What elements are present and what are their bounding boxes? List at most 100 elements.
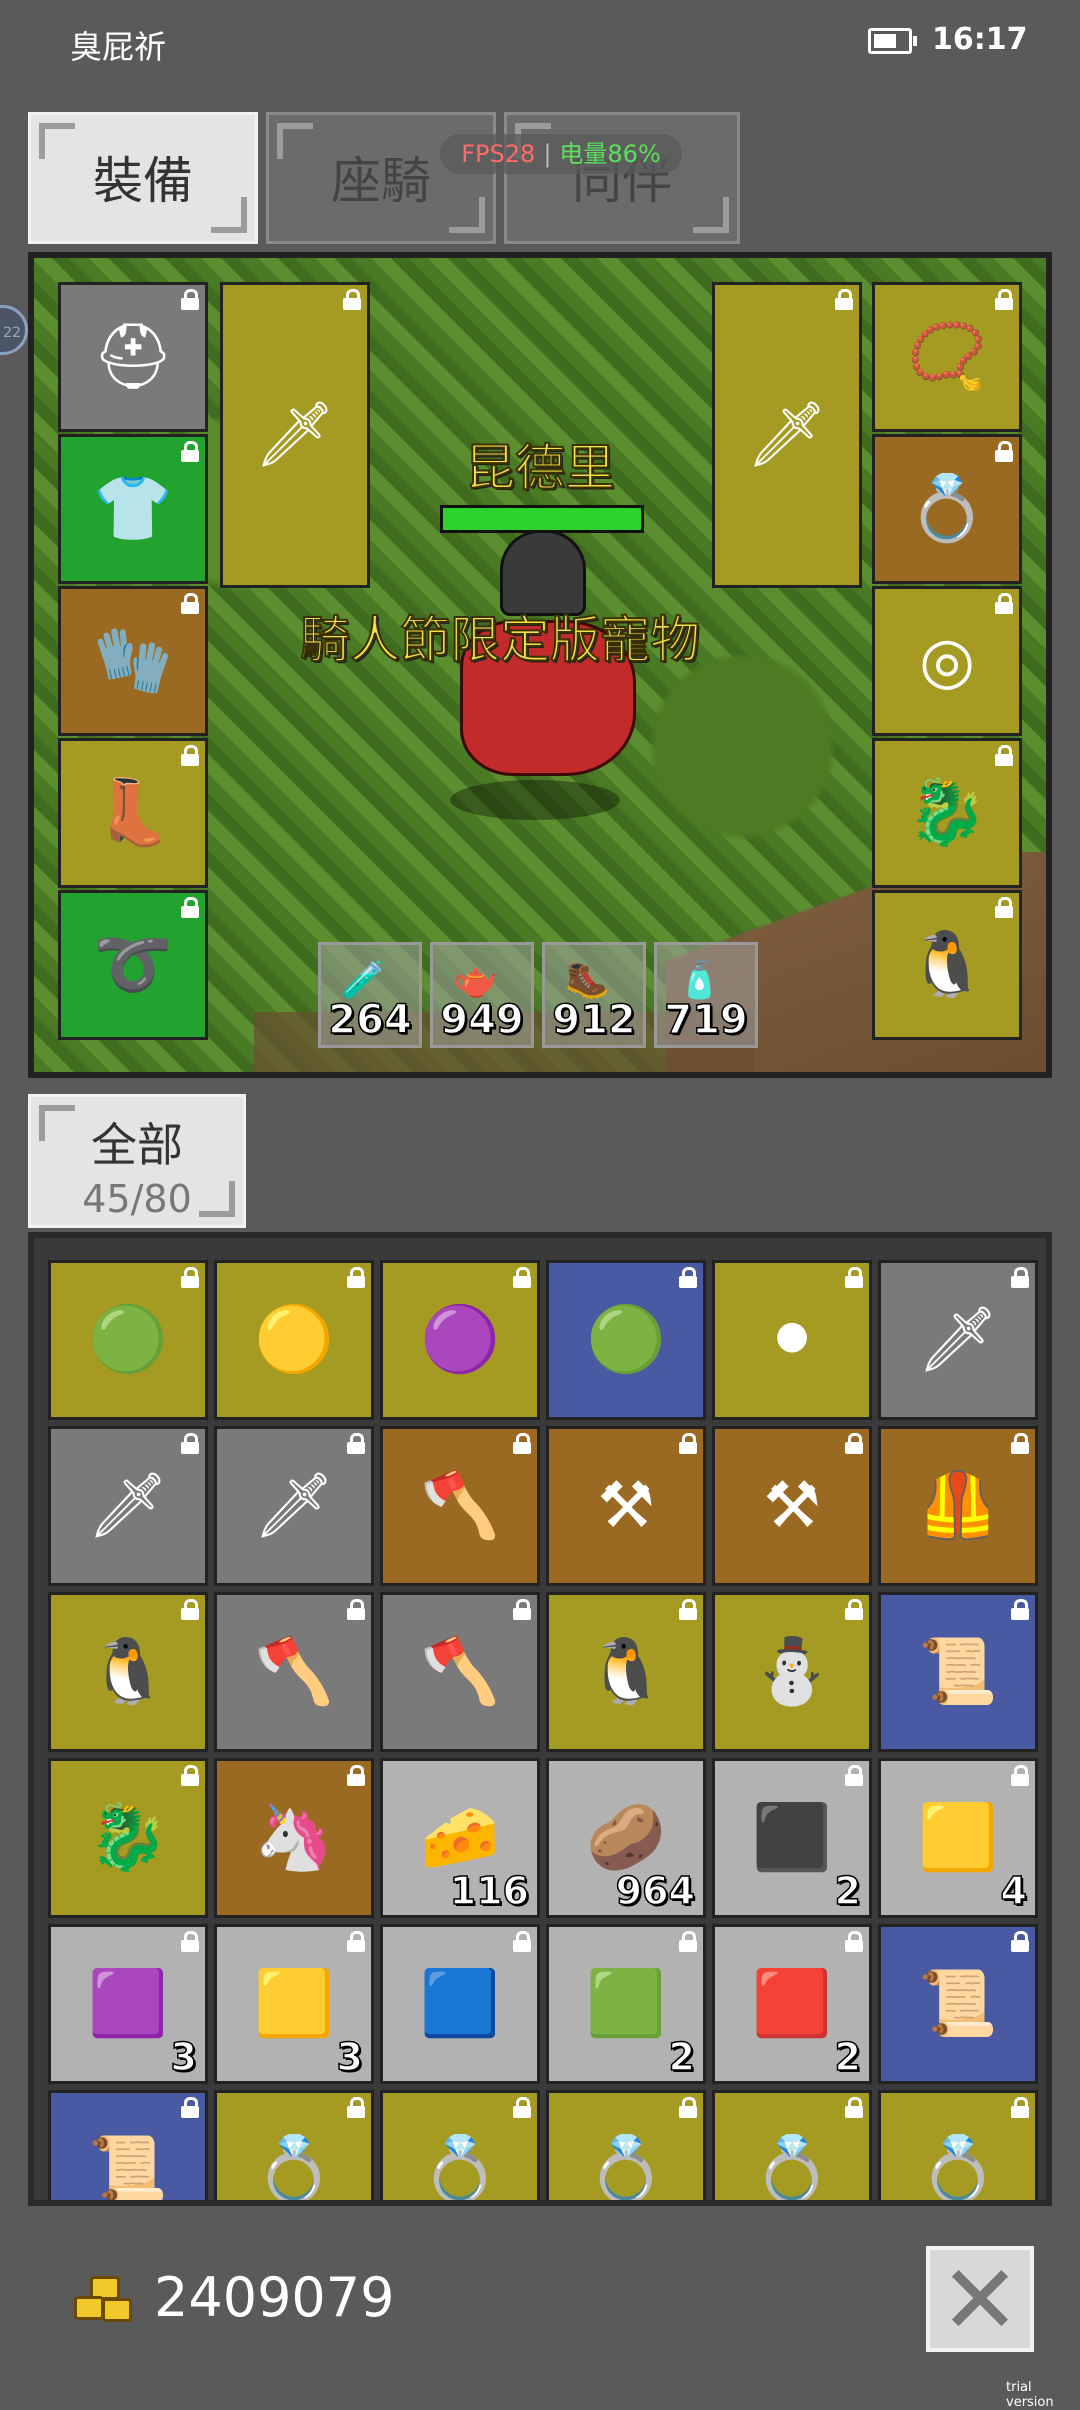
inventory-slot[interactable]: ⚒	[712, 1426, 872, 1586]
clock: 16:17	[932, 22, 1028, 57]
lock-icon	[181, 1267, 199, 1289]
lock-icon	[347, 1599, 365, 1621]
hp-bar-fill	[443, 508, 641, 530]
amulet-icon: 📿	[907, 320, 987, 394]
inventory-tab-all[interactable]: 全部 45/80	[28, 1094, 246, 1228]
inventory-slot[interactable]: 🪓	[214, 1592, 374, 1752]
inventory-slot[interactable]: 🪓	[380, 1592, 540, 1752]
item-icon: 💍	[918, 2133, 998, 2206]
battery-text: 电量86%	[559, 140, 661, 168]
inventory-slot[interactable]: 🟨 4	[878, 1758, 1038, 1918]
inventory-slot[interactable]: 📜	[48, 2090, 208, 2206]
inventory-slot[interactable]: 💍	[546, 2090, 706, 2206]
inventory-slot[interactable]: 🥔 964	[546, 1758, 706, 1918]
inventory-slot[interactable]: 💍	[712, 2090, 872, 2200]
gold-amount: 2409079	[154, 2266, 395, 2329]
battery-icon	[868, 28, 917, 54]
item-icon: 📜	[88, 2133, 168, 2206]
inventory-slot[interactable]: 🗡	[878, 1260, 1038, 1420]
potion-slot[interactable]: 🧴 719	[654, 942, 758, 1048]
inventory-slot[interactable]: 🦺	[878, 1426, 1038, 1586]
inventory-slot[interactable]: 🟣	[380, 1260, 540, 1420]
inventory-slot[interactable]: 💍	[380, 2090, 540, 2200]
helmet-icon: ⛑	[92, 320, 174, 394]
lock-icon	[181, 441, 199, 463]
inventory-slot[interactable]: 🧀 116	[380, 1758, 540, 1918]
lock-icon	[347, 1931, 365, 1953]
inventory-slot[interactable]: 🐉	[48, 1758, 208, 1918]
equip-slot-weapon-left[interactable]: 🗡	[220, 282, 370, 588]
item-icon: 🟦	[420, 1967, 500, 2041]
item-quantity: 2	[834, 1868, 862, 1914]
inventory-slot[interactable]: 🟪 3	[48, 1924, 208, 2084]
pet-card-icon: 🐧	[907, 928, 987, 1002]
inventory-slot[interactable]: 🟩 2	[546, 1924, 706, 2084]
item-icon: 🧀	[420, 1801, 500, 1875]
lock-icon	[845, 1931, 863, 1953]
inventory-slot[interactable]: 💍	[214, 2090, 374, 2200]
inventory-slot[interactable]: 💍	[878, 2090, 1038, 2206]
inventory-slot[interactable]: 🟦	[380, 1924, 540, 2084]
inventory-slot[interactable]: ⚫	[712, 1260, 872, 1420]
character-name: 昆德里	[464, 438, 616, 498]
item-icon: 🥔	[586, 1801, 666, 1875]
tab-mount[interactable]: 座騎	[266, 112, 496, 244]
item-icon: 🗡	[87, 1469, 169, 1543]
inventory-slot[interactable]: 🟡	[214, 1260, 374, 1420]
inventory-slot[interactable]: 🐧	[48, 1592, 208, 1752]
mount-card-icon: 🐉	[907, 776, 987, 850]
inventory-slot[interactable]: ⛄	[712, 1592, 872, 1752]
potion-icon: 🧪	[341, 960, 386, 1001]
equip-slot-mount-card[interactable]: 🐉	[872, 738, 1022, 888]
equip-slot-ring[interactable]: 💍	[872, 434, 1022, 584]
item-quantity: 4	[1000, 1868, 1028, 1914]
equip-slot-pet-card[interactable]: 🐧	[872, 890, 1022, 1040]
item-icon: 🗡	[917, 1303, 999, 1377]
watermark: trial version	[1006, 2380, 1054, 2410]
inventory-slot[interactable]: 🟨 3	[214, 1924, 374, 2084]
lock-icon	[679, 2097, 697, 2119]
equip-slot-weapon-right[interactable]: 🗡	[712, 282, 862, 588]
inventory-slot[interactable]: 🪓	[380, 1426, 540, 1586]
equip-slot-gloves[interactable]: 🧤	[58, 586, 208, 736]
inventory-slot[interactable]: ⬛ 2	[712, 1758, 872, 1918]
inventory-slot[interactable]: 🟥 2	[712, 1924, 872, 2084]
lock-icon	[347, 2097, 365, 2119]
item-icon: 🟨	[918, 1801, 998, 1875]
equip-slot-boots[interactable]: 👢	[58, 738, 208, 888]
inventory-slot[interactable]: 🗡	[48, 1426, 208, 1586]
lock-icon	[181, 289, 199, 311]
inventory-slot[interactable]: 🗡	[214, 1426, 374, 1586]
equip-slot-belt[interactable]: ➰	[58, 890, 208, 1040]
inventory-slot[interactable]: ⚒	[546, 1426, 706, 1586]
tab-companion[interactable]: 同伴	[504, 112, 740, 244]
potion-slot[interactable]: 🥾 912	[542, 942, 646, 1048]
equip-slot-armor[interactable]: 👕	[58, 434, 208, 584]
lock-icon	[845, 1433, 863, 1455]
inventory-slot[interactable]: 🟢	[48, 1260, 208, 1420]
item-icon: 📜	[918, 1967, 998, 2041]
equip-slot-ring-2[interactable]: ◎	[872, 586, 1022, 736]
inventory-panel[interactable]: 🟢 🟡 🟣 🟢 ⚫ 🗡 🗡 🗡 🪓 ⚒ ⚒ 🦺 🐧 🪓 🪓 🐧 ⛄ 📜 🐉 🦄 🧀 116 🥔 964 ⬛ 2 🟨 4 🟪 3 🟨 3 🟦 🟩 2 🟥…	[28, 1232, 1052, 2206]
lock-icon	[181, 1433, 199, 1455]
inventory-slot[interactable]: 🟢	[546, 1260, 706, 1420]
character-sprite[interactable]	[420, 530, 660, 820]
side-float-handle[interactable]: 22	[0, 305, 28, 355]
inventory-slot[interactable]: 📜	[878, 1924, 1038, 2084]
tab-equipment[interactable]: 裝備	[28, 112, 258, 244]
equip-slot-amulet[interactable]: 📿	[872, 282, 1022, 432]
hp-bar	[440, 505, 644, 533]
potion-slot[interactable]: 🧪 264	[318, 942, 422, 1048]
lock-icon	[845, 1267, 863, 1289]
inventory-slot[interactable]: 🐧	[546, 1592, 706, 1752]
inventory-slot[interactable]: 🦄	[214, 1758, 374, 1918]
close-button[interactable]: ✕	[926, 2246, 1034, 2352]
inventory-slot[interactable]: 📜	[878, 1592, 1038, 1752]
equip-slot-helmet[interactable]: ⛑	[58, 282, 208, 432]
item-icon: 💍	[586, 2133, 666, 2206]
gloves-icon: 🧤	[93, 624, 173, 698]
lock-icon	[513, 1433, 531, 1455]
lock-icon	[1011, 1931, 1029, 1953]
lock-icon	[513, 1267, 531, 1289]
potion-slot[interactable]: 🫖 949	[430, 942, 534, 1048]
